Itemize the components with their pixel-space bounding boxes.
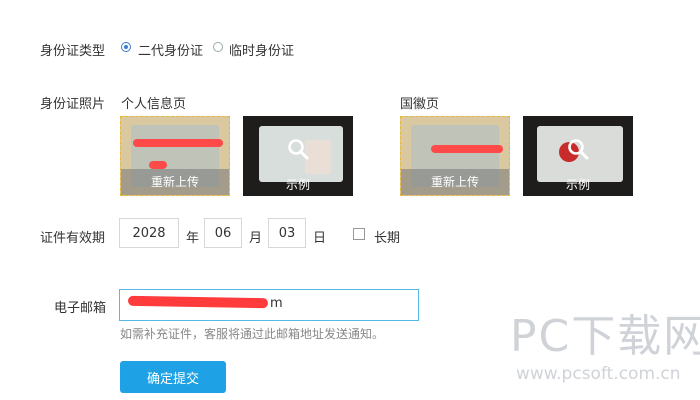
- radio-temp-id-label[interactable]: 临时身份证: [229, 40, 294, 59]
- watermark-brand: PC下载网: [510, 311, 700, 362]
- id-photo-label: 身份证照片: [40, 97, 106, 112]
- email-hint: 如需补充证件，客服将通过此邮箱地址发送通知。: [120, 327, 385, 341]
- watermark-url: www.pcsoft.com.cn: [516, 364, 681, 384]
- front-example-label: 示例: [285, 178, 310, 192]
- long-term-label[interactable]: 长期: [374, 227, 400, 246]
- email-label: 电子邮箱: [54, 301, 107, 316]
- front-reupload-button[interactable]: 重新上传: [121, 169, 229, 195]
- day-input[interactable]: 03: [268, 218, 306, 248]
- back-example-label: 示例: [565, 178, 590, 192]
- front-upload-tile[interactable]: 重新上传: [120, 116, 230, 196]
- back-upload-tile[interactable]: 重新上传: [400, 116, 510, 196]
- redaction-bar: [127, 295, 269, 309]
- radio-second-gen-id-label[interactable]: 二代身份证: [138, 40, 203, 59]
- front-page-title: 个人信息页: [121, 97, 187, 112]
- year-unit: 年: [186, 231, 200, 246]
- long-term-checkbox[interactable]: [353, 228, 365, 240]
- search-icon: [568, 139, 589, 160]
- email-value-tail: m: [270, 296, 283, 311]
- email-field[interactable]: m: [119, 289, 419, 321]
- back-reupload-button[interactable]: 重新上传: [401, 169, 509, 195]
- month-input[interactable]: 06: [204, 218, 242, 248]
- id-type-label: 身份证类型: [40, 44, 106, 59]
- back-example-tile[interactable]: 示例: [523, 116, 633, 196]
- radio-temp-id[interactable]: [213, 42, 223, 52]
- redaction-bar: [133, 139, 223, 147]
- redaction-bar: [149, 161, 167, 169]
- back-page-title: 国徽页: [400, 97, 440, 112]
- front-example-tile[interactable]: 示例: [243, 116, 353, 196]
- redaction-bar: [431, 145, 503, 153]
- submit-button[interactable]: 确定提交: [120, 361, 226, 393]
- radio-second-gen-id[interactable]: [121, 42, 131, 52]
- validity-label: 证件有效期: [40, 231, 106, 246]
- day-unit: 日: [313, 231, 327, 246]
- year-input[interactable]: 2028: [119, 218, 179, 248]
- month-unit: 月: [249, 231, 263, 246]
- search-icon: [288, 139, 309, 160]
